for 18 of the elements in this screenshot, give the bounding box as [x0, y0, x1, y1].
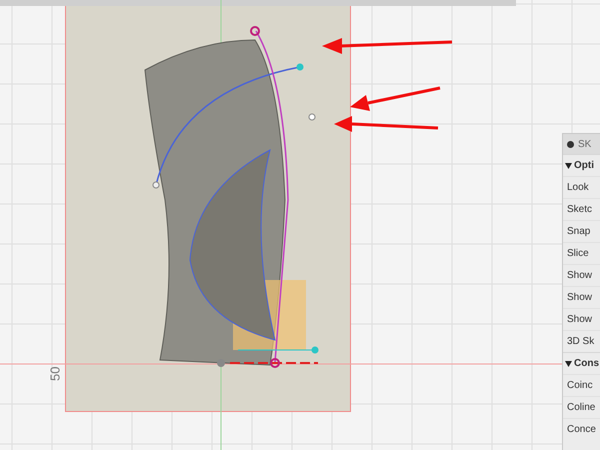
option-label: Show — [567, 313, 592, 327]
section-header[interactable]: Cons — [574, 356, 599, 371]
panel-title: SK — [578, 138, 592, 152]
triangle-icon[interactable] — [565, 162, 572, 168]
option-label: Coinc — [567, 379, 593, 393]
option-label: Snap — [567, 225, 590, 239]
option-label: Sketc — [567, 203, 592, 217]
option-label: Show — [567, 269, 592, 283]
option-label: 3D Sk — [567, 335, 594, 349]
option-label: Look — [567, 181, 589, 195]
section-header[interactable]: Opti — [574, 158, 594, 173]
collapse-icon[interactable] — [567, 140, 574, 148]
option-label: Conce — [567, 423, 596, 437]
triangle-icon[interactable] — [565, 360, 572, 366]
dimension-label: 50 — [46, 366, 64, 381]
option-label: Show — [567, 291, 592, 305]
option-label: Coline — [567, 401, 596, 415]
option-label: Slice — [567, 247, 589, 261]
